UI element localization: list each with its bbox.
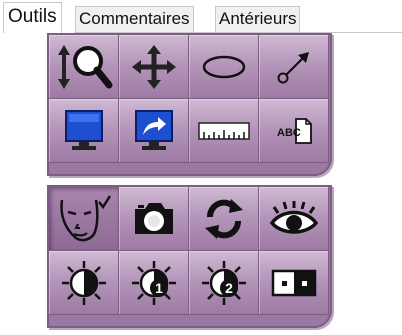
contrast-1-label: 1 bbox=[155, 280, 163, 296]
monitor-icon bbox=[61, 108, 107, 154]
pan-button[interactable] bbox=[119, 35, 189, 99]
text-annotation-label: ABC bbox=[277, 127, 301, 139]
tab-outils[interactable]: Outils bbox=[3, 2, 62, 33]
move-arrows-icon bbox=[129, 42, 179, 92]
share-monitor-button[interactable] bbox=[119, 99, 189, 163]
text-annotation-button[interactable]: ABC bbox=[259, 99, 329, 163]
pixel-dots-icon bbox=[271, 269, 317, 297]
image-tools-panel: 1 2 bbox=[47, 185, 332, 328]
camera-icon bbox=[131, 200, 177, 238]
monitor-button[interactable] bbox=[49, 99, 119, 163]
zoom-magnifier-icon bbox=[54, 39, 114, 95]
camera-button[interactable] bbox=[119, 187, 189, 251]
face-checked-button[interactable] bbox=[49, 187, 119, 251]
contrast-icon bbox=[60, 259, 108, 307]
arrow-icon bbox=[274, 47, 314, 87]
zoom-button[interactable] bbox=[49, 35, 119, 99]
tab-bar: Outils Commentaires Antérieurs bbox=[0, 0, 402, 33]
contrast-2-icon: 2 bbox=[200, 259, 248, 307]
tab-commentaires[interactable]: Commentaires bbox=[75, 6, 194, 32]
refresh-button[interactable] bbox=[189, 187, 259, 251]
ellipse-button[interactable] bbox=[189, 35, 259, 99]
text-annotation-icon: ABC bbox=[274, 115, 314, 147]
tools-panel: ABC bbox=[47, 33, 332, 176]
ellipse-icon bbox=[201, 52, 247, 82]
contrast-button[interactable] bbox=[49, 251, 119, 315]
share-monitor-icon bbox=[131, 108, 177, 154]
eye-icon bbox=[268, 199, 320, 239]
arrow-button[interactable] bbox=[259, 35, 329, 99]
eye-button[interactable] bbox=[259, 187, 329, 251]
contrast-2-button[interactable]: 2 bbox=[189, 251, 259, 315]
contrast-2-label: 2 bbox=[225, 280, 233, 296]
ruler-icon bbox=[197, 120, 251, 142]
refresh-icon bbox=[201, 196, 247, 242]
face-check-icon bbox=[56, 194, 112, 244]
pixel-button[interactable] bbox=[259, 251, 329, 315]
contrast-1-icon: 1 bbox=[130, 259, 178, 307]
ruler-button[interactable] bbox=[189, 99, 259, 163]
tab-anterieurs[interactable]: Antérieurs bbox=[215, 6, 301, 32]
contrast-1-button[interactable]: 1 bbox=[119, 251, 189, 315]
